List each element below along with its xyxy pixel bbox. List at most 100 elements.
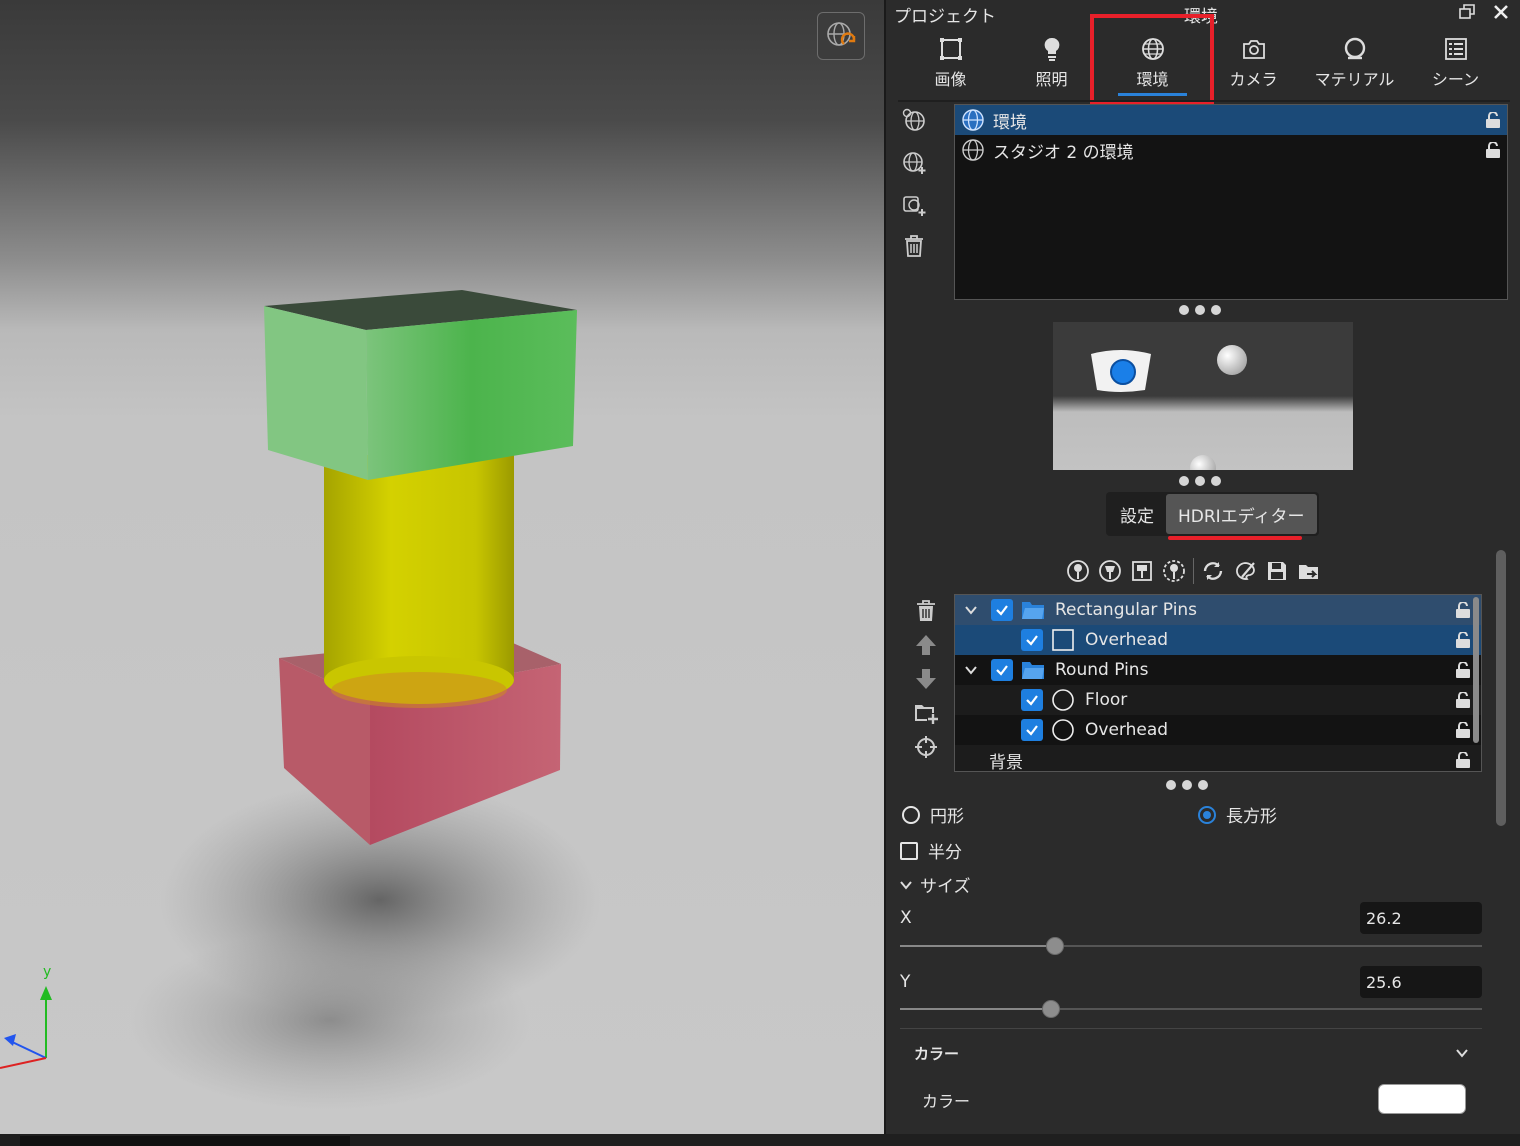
tree-item-row[interactable]: 背景: [955, 745, 1481, 772]
environment-item[interactable]: スタジオ 2 の環境: [955, 135, 1507, 165]
size-y-slider[interactable]: [900, 999, 1482, 1019]
hdri-preview-canvas[interactable]: [1053, 322, 1353, 470]
image-pin-icon: [1132, 561, 1152, 581]
add-sun-pin-button[interactable]: [1158, 556, 1190, 586]
reset-button[interactable]: [1197, 556, 1229, 586]
radio-rectangle[interactable]: [1198, 805, 1216, 824]
unlock-icon[interactable]: [1455, 632, 1471, 648]
half-option[interactable]: 半分: [900, 838, 962, 863]
trash-icon: [905, 235, 923, 257]
save-icon: [1268, 562, 1286, 580]
paint-button[interactable]: [1229, 556, 1261, 586]
tree-group-row[interactable]: Round Pins: [955, 655, 1481, 685]
selected-pin-marker[interactable]: [1110, 359, 1136, 385]
unlock-icon[interactable]: [1455, 722, 1471, 738]
add-image-pin-button[interactable]: [1126, 556, 1158, 586]
environment-panel: プロジェクト 環境 画像 照明 環境 カメラ マテリアル シーン 環境 スタジオ…: [884, 0, 1520, 1134]
duplicate-environment-button[interactable]: [898, 188, 930, 220]
unlock-icon[interactable]: [1485, 112, 1501, 128]
unlock-icon[interactable]: [1455, 692, 1471, 708]
tab-lighting[interactable]: 照明: [1001, 30, 1102, 98]
tab-settings[interactable]: 設定: [1108, 494, 1166, 534]
unlock-icon[interactable]: [1455, 602, 1471, 618]
scene-list-icon: [1444, 38, 1467, 60]
tab-camera[interactable]: カメラ: [1203, 30, 1304, 98]
unlock-icon[interactable]: [1455, 752, 1471, 768]
chevron-down-icon[interactable]: [959, 658, 983, 682]
tree-group-row[interactable]: Rectangular Pins: [955, 595, 1481, 625]
size-x-label: X: [900, 908, 912, 928]
check-icon: [1026, 695, 1038, 706]
chevron-down-icon[interactable]: [959, 598, 983, 622]
tab-label: 環境: [1136, 70, 1169, 89]
arrow-down-icon: [916, 669, 936, 689]
add-folder-button[interactable]: [910, 698, 942, 728]
close-panel-button[interactable]: [1488, 0, 1514, 24]
half-checkbox[interactable]: [900, 841, 918, 860]
panel-scrollbar[interactable]: [1496, 550, 1506, 826]
round-pin-overhead[interactable]: [1217, 345, 1247, 375]
visibility-checkbox[interactable]: [1021, 719, 1043, 741]
project-label[interactable]: プロジェクト: [894, 2, 996, 27]
tab-hdri-editor[interactable]: HDRIエディター: [1166, 494, 1317, 534]
size-y-input[interactable]: 25.6: [1360, 966, 1482, 998]
size-x-input[interactable]: 26.2: [1360, 902, 1482, 934]
size-y-label: Y: [900, 972, 911, 992]
tree-item-label: Round Pins: [1055, 660, 1149, 680]
tree-item-label: 背景: [989, 752, 1023, 772]
delete-environment-button[interactable]: [898, 230, 930, 262]
lightbulb-icon: [1044, 37, 1059, 61]
unlock-icon[interactable]: [1455, 662, 1471, 678]
add-environment-button[interactable]: [898, 146, 930, 178]
tab-scene[interactable]: シーン: [1405, 30, 1506, 98]
tab-environment[interactable]: 環境: [1102, 30, 1203, 98]
size-x-slider[interactable]: [900, 936, 1482, 956]
environment-list: 環境 スタジオ 2 の環境: [954, 104, 1508, 300]
axis-y-label: y: [43, 964, 51, 980]
color-section-header[interactable]: カラー: [900, 1030, 1482, 1076]
size-section-header[interactable]: サイズ: [898, 872, 971, 897]
round-pin-floor[interactable]: [1190, 455, 1216, 470]
splitter-handle[interactable]: [1179, 305, 1221, 315]
tree-item-row[interactable]: Overhead: [955, 625, 1481, 655]
add-light-pin-button[interactable]: [1094, 556, 1126, 586]
color-swatch-button[interactable]: [1378, 1084, 1466, 1114]
tab-image[interactable]: 画像: [900, 30, 1001, 98]
delete-light-button[interactable]: [910, 596, 942, 626]
slider-thumb[interactable]: [1046, 937, 1064, 955]
slider-fill: [900, 1008, 1051, 1010]
environment-toggle-button[interactable]: [817, 12, 865, 60]
axis-y-arrow: [40, 986, 52, 1000]
tree-scrollbar[interactable]: [1473, 597, 1479, 743]
light-pin-icon: [1099, 560, 1121, 582]
tree-item-row[interactable]: Overhead: [955, 715, 1481, 745]
visibility-checkbox[interactable]: [991, 599, 1013, 621]
move-down-button[interactable]: [910, 664, 942, 694]
add-round-pin-button[interactable]: [1062, 556, 1094, 586]
visibility-checkbox[interactable]: [1021, 689, 1043, 711]
folder-icon: [1022, 602, 1044, 619]
tree-item-row[interactable]: Floor: [955, 685, 1481, 715]
splitter-handle[interactable]: [1179, 476, 1221, 486]
slider-thumb[interactable]: [1042, 1000, 1060, 1018]
visibility-checkbox[interactable]: [991, 659, 1013, 681]
focus-light-button[interactable]: [910, 732, 942, 762]
shape-rect-option[interactable]: 長方形: [1198, 802, 1277, 827]
undock-button[interactable]: [1454, 0, 1480, 24]
move-up-button[interactable]: [910, 630, 942, 660]
unlock-icon[interactable]: [1485, 142, 1501, 158]
visibility-checkbox[interactable]: [1021, 629, 1043, 651]
section-title: カラー: [914, 1044, 960, 1063]
image-frame-icon: [939, 38, 962, 60]
save-hdri-button[interactable]: [1261, 556, 1293, 586]
radio-circle[interactable]: [902, 805, 920, 824]
shape-circle-option[interactable]: 円形: [902, 802, 964, 827]
tab-material[interactable]: マテリアル: [1304, 30, 1405, 98]
environment-preset-button[interactable]: [898, 104, 930, 136]
render-viewport[interactable]: y: [0, 0, 884, 1134]
environment-item[interactable]: 環境: [955, 105, 1507, 135]
floor-shadow-soft: [130, 930, 530, 1110]
environment-name: 環境: [993, 112, 1027, 133]
export-hdri-button[interactable]: [1293, 556, 1325, 586]
splitter-handle[interactable]: [1166, 780, 1208, 790]
